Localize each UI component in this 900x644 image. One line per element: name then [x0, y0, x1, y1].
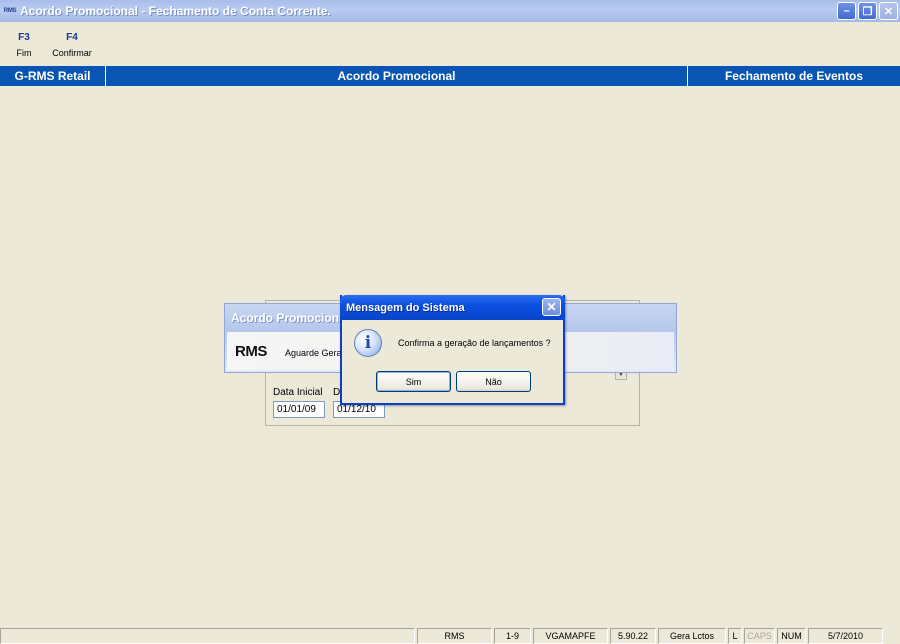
restore-icon[interactable]: ❐: [858, 2, 877, 20]
dialog-close-icon[interactable]: ✕: [542, 298, 561, 316]
status-system: RMS: [417, 628, 492, 644]
sim-button[interactable]: Sim: [376, 371, 451, 392]
status-version: 5.90.22: [610, 628, 656, 644]
window-controls: – ❐ ✕: [837, 2, 898, 20]
status-l: L: [728, 628, 742, 644]
progress-window-title: Acordo Promocional: [231, 311, 350, 325]
confirmar-button[interactable]: F4 Confirmar: [48, 22, 96, 66]
function-key-toolbar: F3 Fim F4 Confirmar: [0, 22, 900, 66]
fim-button[interactable]: F3 Fim: [0, 22, 48, 66]
data-inicial-label: Data Inicial: [273, 387, 323, 398]
status-num: NUM: [777, 628, 806, 644]
status-message: [0, 628, 415, 644]
header-function: Fechamento de Eventos: [724, 69, 864, 83]
close-icon[interactable]: ✕: [879, 2, 898, 20]
status-company: 1-9: [494, 628, 531, 644]
data-inicial-input[interactable]: 01/01/09: [273, 401, 325, 418]
dialog-title-bar: Mensagem do Sistema ✕: [340, 295, 565, 320]
header-module: G-RMS Retail: [0, 66, 106, 86]
status-program: VGAMAPFE: [533, 628, 608, 644]
status-date: 5/7/2010: [808, 628, 883, 644]
status-bar: RMS 1-9 VGAMAPFE 5.90.22 Gera Lctos L CA…: [0, 628, 900, 644]
progress-text: Aguarde Gera: [285, 348, 342, 358]
header-program: Acordo Promocional: [106, 66, 688, 86]
window-title: Acordo Promocional - Fechamento de Conta…: [20, 4, 331, 18]
fkey-caption: Confirmar: [52, 48, 92, 58]
app-logo-icon: RMS: [3, 8, 17, 14]
title-bar: RMS Acordo Promocional - Fechamento de C…: [0, 0, 900, 22]
status-action: Gera Lctos: [658, 628, 726, 644]
status-caps: CAPS: [744, 628, 775, 644]
info-icon: i: [354, 329, 382, 357]
header-band: G-RMS Retail Acordo Promocional Fechamen…: [0, 66, 900, 86]
minimize-icon[interactable]: –: [837, 2, 856, 20]
message-dialog: Mensagem do Sistema ✕ i Confirma a geraç…: [340, 295, 565, 405]
dialog-message: Confirma a geração de lançamentos ?: [398, 338, 551, 348]
rms-logo: RMS: [235, 343, 267, 360]
fkey-label: F3: [18, 32, 30, 43]
fkey-label: F4: [66, 32, 78, 43]
dialog-title: Mensagem do Sistema: [346, 302, 465, 314]
fkey-caption: Fim: [16, 48, 32, 58]
nao-button[interactable]: Não: [456, 371, 531, 392]
